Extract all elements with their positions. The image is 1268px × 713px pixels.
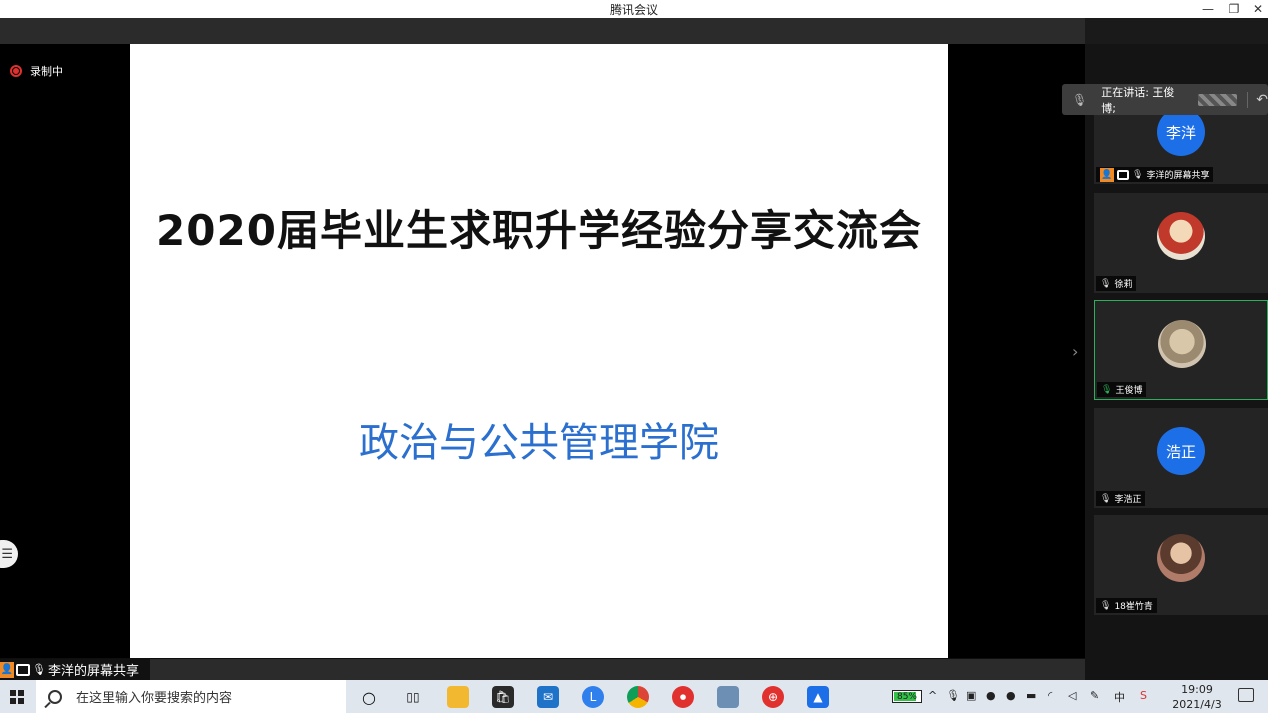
bottom-strip	[150, 659, 1085, 680]
recorder-app-icon[interactable]: ⊕	[762, 686, 784, 708]
speaker-avatars	[1197, 93, 1238, 106]
participant-name: 徐莉	[1114, 280, 1133, 290]
avatar	[1157, 212, 1205, 260]
participant-tile[interactable]: 🎙 18崔竹青	[1094, 515, 1268, 615]
slide-title: 2020届毕业生求职升学经验分享交流会	[156, 206, 922, 255]
screen-share-icon	[16, 663, 30, 676]
window-title: 腾讯会议	[609, 3, 658, 17]
avatar	[1157, 534, 1205, 582]
avatar	[1158, 320, 1206, 368]
windows-taskbar: 在这里输入你要搜索的内容 ○ ▯▯ 🛍 ✉ L ⏺ ⊕ ▲ 85% ^ 🎙 ▣ …	[0, 680, 1268, 713]
close-icon[interactable]: ✕	[1246, 0, 1268, 18]
mic-icon: 🎙	[1072, 92, 1088, 107]
notification-icon[interactable]	[1238, 688, 1254, 702]
top-strip	[0, 18, 1268, 44]
mic-muted-icon: 🎙	[1132, 169, 1144, 180]
participant-name: 李浩正	[1114, 495, 1142, 505]
speaking-indicator: 🎙 正在讲话: 王俊博; ↶	[1062, 84, 1268, 115]
screen-share-icon	[1117, 169, 1129, 180]
record-icon	[10, 65, 22, 77]
wechat-icon[interactable]: ●	[986, 689, 996, 702]
sogou-ime-icon[interactable]: S	[1140, 689, 1147, 702]
chrome-icon[interactable]	[627, 686, 649, 708]
search-icon	[48, 689, 62, 704]
participant-tile[interactable]: 🎙 王俊博	[1094, 300, 1268, 400]
mic-muted-icon: 🎙	[1100, 493, 1112, 504]
battery-percent: 85%	[896, 691, 917, 702]
taskbar-search-box[interactable]: 在这里输入你要搜索的内容	[36, 680, 346, 713]
windows-start-icon[interactable]	[0, 680, 34, 713]
task-view-icon[interactable]: ▯▯	[402, 686, 424, 708]
top-strip-right	[1085, 18, 1268, 44]
screen-share-bar: 👤 🎙 李洋的屏幕共享	[0, 659, 150, 680]
lark-icon[interactable]: L	[582, 686, 604, 708]
recording-indicator: 录制中	[10, 63, 63, 79]
title-bar: 腾讯会议 — ❐ ✕	[0, 0, 1268, 18]
mic-icon: 🎙	[1101, 384, 1113, 395]
presentation-slide: 2020届毕业生求职升学经验分享交流会 政治与公共管理学院	[130, 44, 948, 658]
battery-indicator[interactable]: 85%	[892, 690, 922, 703]
user-icon: 👤	[0, 661, 14, 678]
minimize-icon[interactable]: —	[1196, 0, 1220, 18]
avatar: 浩正	[1157, 427, 1205, 475]
participant-nametag: 🎙 李浩正	[1096, 491, 1146, 506]
app-tray-icon[interactable]: ▣	[966, 689, 976, 702]
user-icon: 👤	[1100, 167, 1114, 182]
network-app-icon[interactable]	[717, 686, 739, 708]
restore-icon[interactable]: ❐	[1222, 0, 1246, 18]
search-placeholder: 在这里输入你要搜索的内容	[76, 691, 233, 706]
participant-nametag: 🎙 王俊博	[1097, 382, 1147, 397]
qq-icon[interactable]: ●	[1006, 689, 1016, 702]
clock-date: 2021/4/3	[1172, 698, 1222, 711]
participant-tile[interactable]: 浩正 🎙 李浩正	[1094, 408, 1268, 508]
mic-muted-icon: 🎙	[1100, 278, 1112, 289]
participant-tile[interactable]: 🎙 徐莉	[1094, 193, 1268, 293]
clock-time: 19:09	[1181, 683, 1213, 696]
store-icon[interactable]: 🛍	[492, 686, 514, 708]
participant-name: 18崔竹青	[1114, 602, 1153, 612]
cortana-icon[interactable]: ○	[358, 686, 380, 708]
list-icon: ☰	[1, 546, 13, 562]
participant-name: 王俊博	[1115, 386, 1143, 396]
tencent-meeting-icon[interactable]: ▲	[807, 686, 829, 708]
voice-app-icon[interactable]: ⏺	[672, 686, 694, 708]
keyboard-icon[interactable]: ▬	[1026, 689, 1036, 702]
mic-icon[interactable]: 🎙	[946, 689, 960, 702]
recording-label: 录制中	[30, 65, 63, 78]
mail-icon[interactable]: ✉	[537, 686, 559, 708]
file-explorer-icon[interactable]	[447, 686, 469, 708]
slide-subtitle: 政治与公共管理学院	[359, 420, 719, 466]
mic-muted-icon: 🎙	[32, 663, 46, 676]
screen-share-label: 李洋的屏幕共享	[47, 664, 139, 679]
ime-indicator[interactable]: 中	[1114, 689, 1125, 705]
volume-icon[interactable]: ◁	[1068, 689, 1076, 702]
collapse-icon[interactable]: ↶	[1247, 91, 1268, 108]
chevron-up-icon[interactable]: ^	[928, 689, 937, 702]
participant-nametag: 🎙 徐莉	[1096, 276, 1137, 291]
participant-nametag: 👤 🎙 李洋的屏幕共享	[1096, 167, 1214, 182]
app-window: 腾讯会议 — ❐ ✕ 录制中 2020届毕业生求职升学经验分享交流会 政治与公共…	[0, 0, 1268, 713]
wifi-icon[interactable]: ◜	[1048, 689, 1052, 702]
mic-muted-icon: 🎙	[1100, 600, 1112, 611]
pen-icon[interactable]: ✎	[1090, 689, 1099, 702]
chevron-right-icon[interactable]: ›	[1072, 342, 1078, 361]
participant-name: 李洋的屏幕共享	[1146, 171, 1210, 181]
speaking-label: 正在讲话: 王俊博;	[1101, 85, 1175, 115]
taskbar-clock[interactable]: 19:09 2021/4/3	[1170, 682, 1224, 712]
participant-nametag: 🎙 18崔竹青	[1096, 598, 1157, 613]
